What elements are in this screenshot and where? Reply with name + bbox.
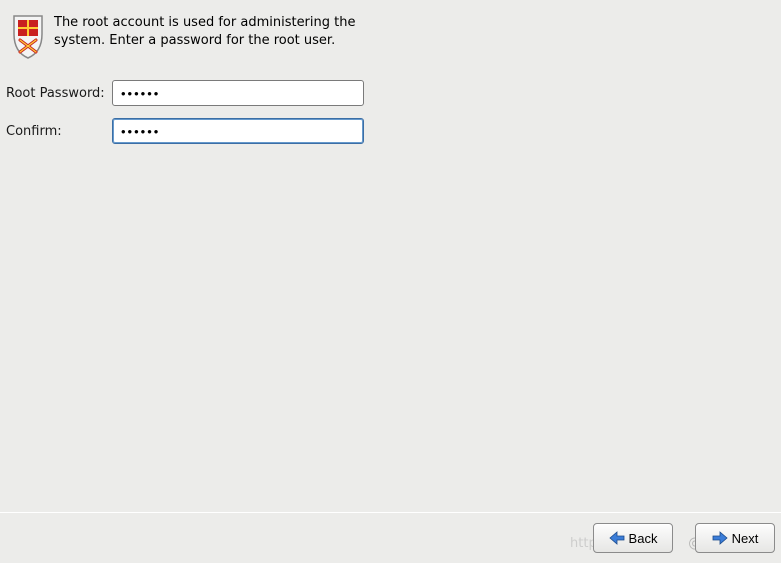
arrow-left-icon <box>609 531 625 545</box>
footer-nav: Back Next <box>593 523 775 553</box>
next-button-label: Next <box>732 531 759 546</box>
password-form: Root Password: Confirm: <box>0 80 781 144</box>
next-button[interactable]: Next <box>695 523 775 553</box>
shield-root-icon <box>10 14 46 64</box>
confirm-password-input[interactable] <box>112 118 364 144</box>
footer-divider <box>0 512 781 513</box>
back-button[interactable]: Back <box>593 523 673 553</box>
root-password-input[interactable] <box>112 80 364 106</box>
arrow-right-icon <box>712 531 728 545</box>
description-text: The root account is used for administeri… <box>54 14 364 49</box>
root-password-label: Root Password: <box>6 86 112 101</box>
back-button-label: Back <box>629 531 658 546</box>
confirm-password-label: Confirm: <box>6 124 112 139</box>
